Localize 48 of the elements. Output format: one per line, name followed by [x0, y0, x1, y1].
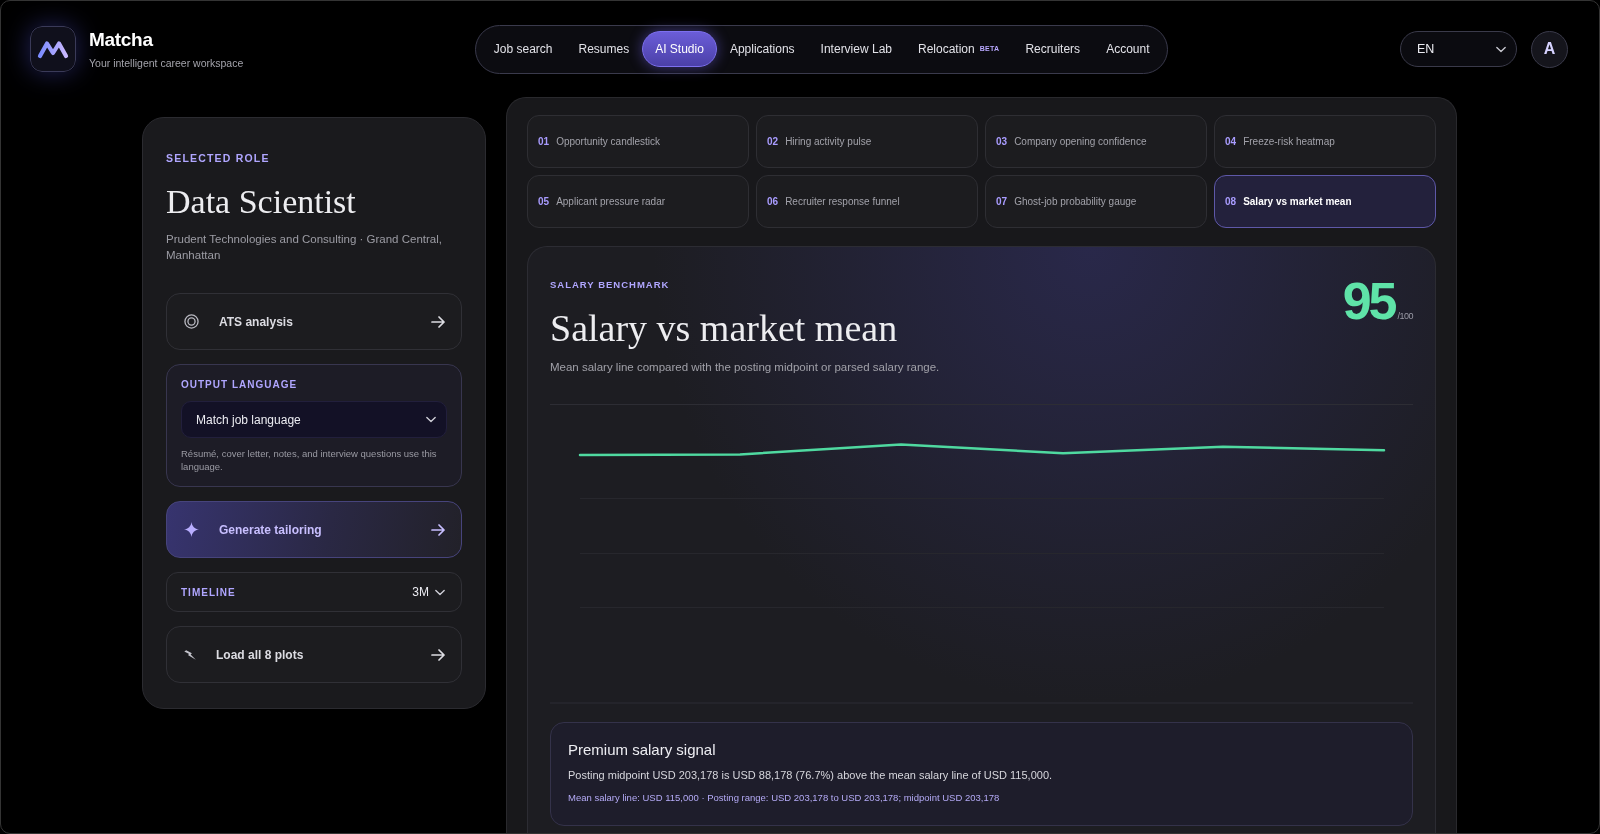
timeline-label: TIMELINE [181, 585, 236, 600]
arrow-right-icon [431, 523, 445, 536]
plot-tab[interactable]: 05 Applicant pressure radar [527, 175, 749, 228]
lightning-bolt-icon [184, 649, 196, 660]
nav-tab[interactable]: Interview Lab [807, 31, 905, 67]
nav-tab[interactable]: Applications [716, 31, 808, 67]
output-language-note: Résumé, cover letter, notes, and interview questions use this language. [181, 447, 438, 473]
chart-description: Mean salary line compared with the posting midpoint or parsed salary range. [550, 360, 940, 375]
brand-tagline: Your intelligent career workspace [89, 56, 244, 70]
plot-tab[interactable]: 04 Freeze-risk heatmap [1214, 115, 1436, 168]
role-title: Data Scientist [166, 182, 357, 222]
plot-tab[interactable]: 08 Salary vs market mean [1214, 175, 1436, 228]
arrow-right-icon [431, 648, 445, 661]
role-subtitle: Prudent Technologies and Consulting · Grand Central, Manhattan [166, 232, 443, 263]
nav-tab[interactable]: Resumes [565, 31, 643, 67]
output-language-select[interactable]: Match job language [181, 401, 447, 438]
chart-eyebrow: SALARY BENCHMARK [550, 278, 671, 292]
plot-tab[interactable]: 06 Recruiter response funnel [756, 175, 978, 228]
action-button[interactable]: ATS analysis [166, 293, 462, 350]
action-button[interactable]: Generate tailoring [166, 501, 462, 558]
arrow-right-icon [431, 315, 445, 328]
avatar-button[interactable]: A [1531, 30, 1568, 68]
sparkle-icon [184, 522, 199, 537]
chevron-down-icon [435, 588, 445, 596]
nav-tab[interactable]: Account [1093, 31, 1163, 67]
timeline-select[interactable]: 3M [412, 583, 445, 601]
logo-icon [30, 26, 76, 72]
signal-text: Posting midpoint USD 203,178 is USD 88,178 (76.7%) above the mean salary line of USD 115,000. [568, 768, 1054, 783]
nav-tab[interactable]: AI Studio [642, 31, 717, 67]
plot-tab[interactable]: 03 Company opening confidence [985, 115, 1207, 168]
target-icon [184, 314, 199, 329]
output-language-label: OUTPUT LANGUAGE [181, 378, 299, 392]
plot-tab[interactable]: 01 Opportunity candlestick [527, 115, 749, 168]
chart-title: Salary vs market mean [550, 306, 899, 350]
plot-tab[interactable]: 02 Hiring activity pulse [756, 115, 978, 168]
score-scale: /100 [1397, 310, 1413, 323]
signal-detail: Mean salary line: USD 115,000 · Posting range: USD 203,178 to USD 203,178; midpoint USD 203,178 [568, 791, 1001, 805]
language-select[interactable]: EN [1400, 31, 1517, 67]
score-value: 95 [1342, 275, 1395, 327]
brand-name: Matcha [89, 28, 154, 52]
chevron-down-icon [426, 416, 436, 423]
nav-tab[interactable]: Recruiters [1012, 31, 1094, 67]
signal-title: Premium salary signal [568, 740, 717, 760]
chevron-down-icon [1496, 45, 1506, 53]
section-label: SELECTED ROLE [166, 151, 271, 165]
plot-tab[interactable]: 07 Ghost-job probability gauge [985, 175, 1207, 228]
nav-tab[interactable]: Job search [480, 31, 566, 67]
action-button[interactable]: Load all 8 plots [166, 626, 462, 683]
